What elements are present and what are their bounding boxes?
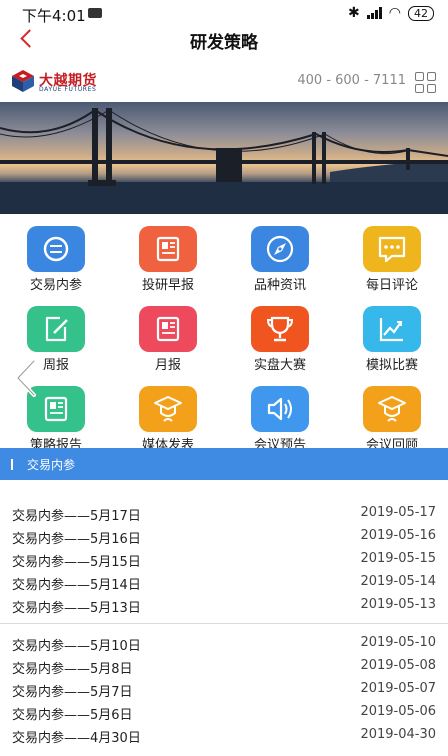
article-date: 2019-05-13 (360, 597, 436, 612)
battery-indicator: 42 (408, 5, 434, 21)
article-date: 2019-05-17 (360, 505, 436, 520)
feature-label: 模拟比赛 (365, 358, 418, 373)
article-title: 交易内参——5月8日 (12, 662, 133, 677)
section-header: 交易内参 (0, 448, 448, 480)
feature-yuebao[interactable]: 月报 (112, 294, 224, 373)
article-date: 2019-05-15 (360, 551, 436, 566)
brand-name-en: DAYUE FUTURES (39, 86, 97, 93)
feature-label: 每日评论 (365, 278, 418, 293)
article-date: 2019-04-30 (360, 727, 436, 742)
hotline-number[interactable]: 400 - 600 - 7111 (297, 73, 406, 88)
status-indicators: ✱ ◠ 42 (348, 5, 434, 21)
chart-icon (363, 306, 421, 352)
article-title: 交易内参——5月17日 (12, 509, 141, 524)
brand-header: 大越期货 DAYUE FUTURES 400 - 600 - 7111 (0, 58, 448, 102)
list-item[interactable]: 交易内参——5月14日 2019-05-14 (0, 571, 448, 593)
feature-label: 交易内参 (29, 278, 82, 293)
graduate-icon (139, 386, 197, 432)
minus-circle-icon (27, 226, 85, 272)
feature-meiti-fabiao[interactable]: 媒体发表 (112, 374, 224, 453)
list-item[interactable]: 交易内参——5月17日 2019-05-17 (0, 502, 448, 524)
chevron-left-icon[interactable] (14, 358, 38, 398)
status-bar: 下午4:01 ✱ ◠ 42 (0, 0, 448, 26)
article-date: 2019-05-10 (360, 635, 436, 650)
article-title: 交易内参——5月15日 (12, 555, 141, 570)
feature-jiaoyi-neican[interactable]: 交易内参 (0, 214, 112, 293)
compass-icon (251, 226, 309, 272)
feature-huiyi-yugao[interactable]: 会议预告 (224, 374, 336, 453)
article-date: 2019-05-16 (360, 528, 436, 543)
newspaper-icon (139, 306, 197, 352)
article-date: 2019-05-06 (360, 704, 436, 719)
chat-icon (363, 226, 421, 272)
bridge-illustration (0, 108, 448, 214)
article-title: 交易内参——5月13日 (12, 601, 141, 616)
nav-bar: 研发策略 (0, 26, 448, 58)
newspaper-icon (139, 226, 197, 272)
edit-icon (27, 306, 85, 352)
feature-moni-bisai[interactable]: 模拟比赛 (336, 294, 448, 373)
article-date: 2019-05-14 (360, 574, 436, 589)
article-date: 2019-05-08 (360, 658, 436, 673)
section-title: 交易内参 (27, 458, 76, 472)
feature-pinzhong-zixun[interactable]: 品种资讯 (224, 214, 336, 293)
section-marker (11, 459, 13, 470)
list-item[interactable]: 交易内参——4月30日 2019-04-30 (0, 724, 448, 746)
feature-zhoubao[interactable]: 周报 (0, 294, 112, 373)
feature-meiri-pinglun[interactable]: 每日评论 (336, 214, 448, 293)
page-title: 研发策略 (190, 33, 258, 53)
feature-grid: 交易内参 投研早报 品种资讯 每日评论 周报 月报 实盘大赛 模拟比赛 策略报告… (0, 214, 448, 453)
feature-touyan-zaobao[interactable]: 投研早报 (112, 214, 224, 293)
list-item[interactable]: 交易内参——5月6日 2019-05-06 (0, 701, 448, 723)
banner-image[interactable] (0, 102, 448, 214)
article-title: 交易内参——5月10日 (12, 639, 141, 654)
list-item[interactable]: 交易内参——5月15日 2019-05-15 (0, 548, 448, 570)
message-icon (88, 8, 102, 18)
article-title: 交易内参——4月30日 (12, 731, 141, 746)
speaker-icon (251, 386, 309, 432)
article-list: 交易内参——5月17日 2019-05-17 交易内参——5月16日 2019-… (0, 480, 448, 756)
feature-label: 品种资讯 (253, 278, 306, 293)
bluetooth-icon: ✱ (348, 5, 360, 21)
article-title: 交易内参——5月16日 (12, 532, 141, 547)
trophy-icon (251, 306, 309, 352)
list-divider (0, 623, 448, 624)
status-time: 下午4:01 (22, 7, 86, 25)
wifi-icon: ◠ (388, 5, 401, 21)
feature-label: 实盘大赛 (253, 358, 306, 373)
feature-huiyi-huigu[interactable]: 会议回顾 (336, 374, 448, 453)
graduate-icon (363, 386, 421, 432)
grid-menu-icon[interactable] (415, 72, 436, 93)
signal-icon (366, 7, 382, 19)
list-item[interactable]: 交易内参——5月16日 2019-05-16 (0, 525, 448, 547)
list-item[interactable]: 交易内参——5月7日 2019-05-07 (0, 678, 448, 700)
article-date: 2019-05-07 (360, 681, 436, 696)
list-item[interactable]: 交易内参——5月8日 2019-05-08 (0, 655, 448, 677)
feature-shipan-dasai[interactable]: 实盘大赛 (224, 294, 336, 373)
article-title: 交易内参——5月7日 (12, 685, 133, 700)
company-logo-icon (12, 70, 34, 92)
feature-label: 投研早报 (141, 278, 194, 293)
feature-label: 月报 (154, 358, 181, 373)
article-title: 交易内参——5月6日 (12, 708, 133, 723)
list-item[interactable]: 交易内参——5月13日 2019-05-13 (0, 594, 448, 616)
list-item[interactable]: 交易内参——5月10日 2019-05-10 (0, 632, 448, 654)
article-title: 交易内参——5月14日 (12, 578, 141, 593)
